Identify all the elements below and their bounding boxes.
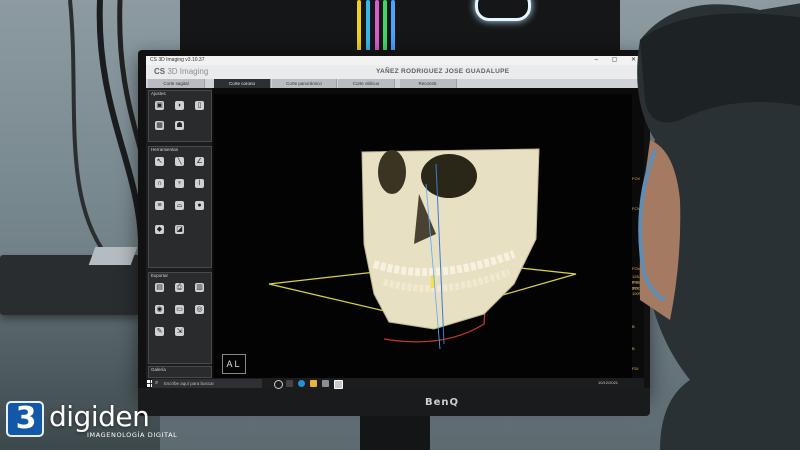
clock-date: 10/12/2021 [598, 380, 619, 385]
tooth-icon[interactable]: ⌓ [175, 201, 184, 210]
crop-icon[interactable]: ◪ [175, 225, 184, 234]
photo-scene: BenQ CS 3D Imaging v3.10.37 – ▢ ✕ CS 3D … [0, 0, 800, 450]
camera-icon[interactable]: ◉ [155, 305, 164, 314]
disc-icon[interactable]: ◎ [195, 305, 204, 314]
logo-prefix: CS [154, 67, 166, 76]
search-icon: ⌕ [155, 380, 159, 386]
orbit [421, 154, 477, 198]
save-icon[interactable]: ▤ [155, 283, 164, 292]
task-view-icon[interactable] [274, 380, 283, 389]
angle-icon[interactable]: ∠ [195, 157, 204, 166]
panel-tools: Herramientas ↖ ╲ ∠ ∩ ♆ ⌇ ≡ ⌓ ● ◆ ◪ [148, 146, 212, 268]
clipboard-icon[interactable]: ▥ [195, 283, 204, 292]
cs-imaging-icon[interactable] [334, 380, 343, 389]
patient-name: YAÑEZ RODRIGUEZ JOSE GUADALUPE [376, 68, 510, 75]
arch-icon[interactable]: ∩ [155, 179, 164, 188]
ruler-icon[interactable]: ╲ [175, 157, 184, 166]
view-tabs: Corte sagital Corte corono Corte panorám… [146, 79, 644, 88]
watermark-name: digiden [49, 400, 150, 433]
monitor-stand [360, 416, 430, 450]
panel-title: Galería [151, 367, 166, 372]
tab-oblique[interactable]: Corte oblicuo [338, 79, 395, 88]
window-titlebar: CS 3D Imaging v3.10.37 – ▢ ✕ [146, 56, 644, 65]
windows-taskbar: ⌕ Escribe aquí para buscar 10/12/2021 [146, 378, 644, 389]
widget-icon[interactable] [286, 380, 293, 387]
color-icon[interactable]: ◆ [155, 225, 164, 234]
nerve-icon[interactable]: ⌇ [195, 179, 204, 188]
implant-icon[interactable]: ♆ [175, 179, 184, 188]
cube-icon[interactable]: ▣ [155, 101, 164, 110]
tab-panoramic[interactable]: Corte panorámico [272, 79, 337, 88]
document-icon[interactable]: ▭ [175, 305, 184, 314]
share-icon[interactable]: ✎ [155, 327, 164, 336]
monitor-screen: CS 3D Imaging v3.10.37 – ▢ ✕ CS 3D Imagi… [146, 56, 644, 389]
panel-export: Exportar ▤ ⎙ ▥ ◉ ▭ ◎ ✎ ⇲ [148, 272, 212, 364]
skull-render [268, 148, 577, 350]
orbit [378, 150, 406, 194]
export-icon[interactable]: ⇲ [175, 327, 184, 336]
bottle-icon[interactable]: ▯ [195, 101, 204, 110]
edge-icon[interactable] [298, 380, 305, 387]
panel-settings: Ajustes ▣ ◗ ▯ ▦ ☗ [148, 90, 212, 142]
sphere-icon[interactable]: ● [195, 201, 204, 210]
router [0, 247, 140, 315]
logo-name: 3D Imaging [167, 67, 209, 76]
taskbar-search-input[interactable]: ⌕ Escribe aquí para buscar [152, 379, 262, 388]
watermark-tagline: IMAGENOLOGÍA DIGITAL [87, 431, 178, 439]
orientation-label: A [226, 359, 235, 369]
tab-reconstruction[interactable]: Reconstr. [400, 79, 457, 88]
mask-icon[interactable]: ◗ [175, 101, 184, 110]
skull-icon[interactable]: ☗ [175, 121, 184, 130]
search-placeholder: Escribe aquí para buscar [164, 381, 215, 386]
tool-sidebar: Ajustes ▣ ◗ ▯ ▦ ☗ Herramientas ↖ ╲ ∠ ∩ ♆… [146, 88, 212, 378]
3d-viewport[interactable]: AL [214, 94, 632, 382]
print-icon[interactable]: ⎙ [175, 283, 184, 292]
pointer-icon[interactable]: ↖ [155, 157, 164, 166]
app-icon[interactable] [322, 380, 329, 387]
folder-icon[interactable] [310, 380, 317, 387]
orientation-label: L [234, 359, 242, 369]
panel-title: Herramientas [151, 147, 179, 152]
panel-title: Ajustes [151, 91, 166, 96]
panel-title: Exportar [151, 273, 169, 278]
volume-icon[interactable]: ▦ [155, 121, 164, 130]
tab-coronal[interactable]: Corte corono [214, 79, 271, 88]
panel-gallery[interactable]: Galería [148, 366, 212, 378]
app-logo: CS 3D Imaging [154, 67, 208, 76]
monitor-bezel [138, 388, 650, 416]
tab-sagittal[interactable]: Corte sagital [148, 79, 205, 88]
layers-icon[interactable]: ≡ [155, 201, 164, 210]
watermark-mark: 3 [15, 401, 37, 436]
orientation-cube[interactable]: AL [222, 354, 246, 374]
monitor-brand: BenQ [425, 397, 460, 408]
window-title: CS 3D Imaging v3.10.37 [150, 57, 205, 63]
person-silhouette [637, 3, 800, 450]
